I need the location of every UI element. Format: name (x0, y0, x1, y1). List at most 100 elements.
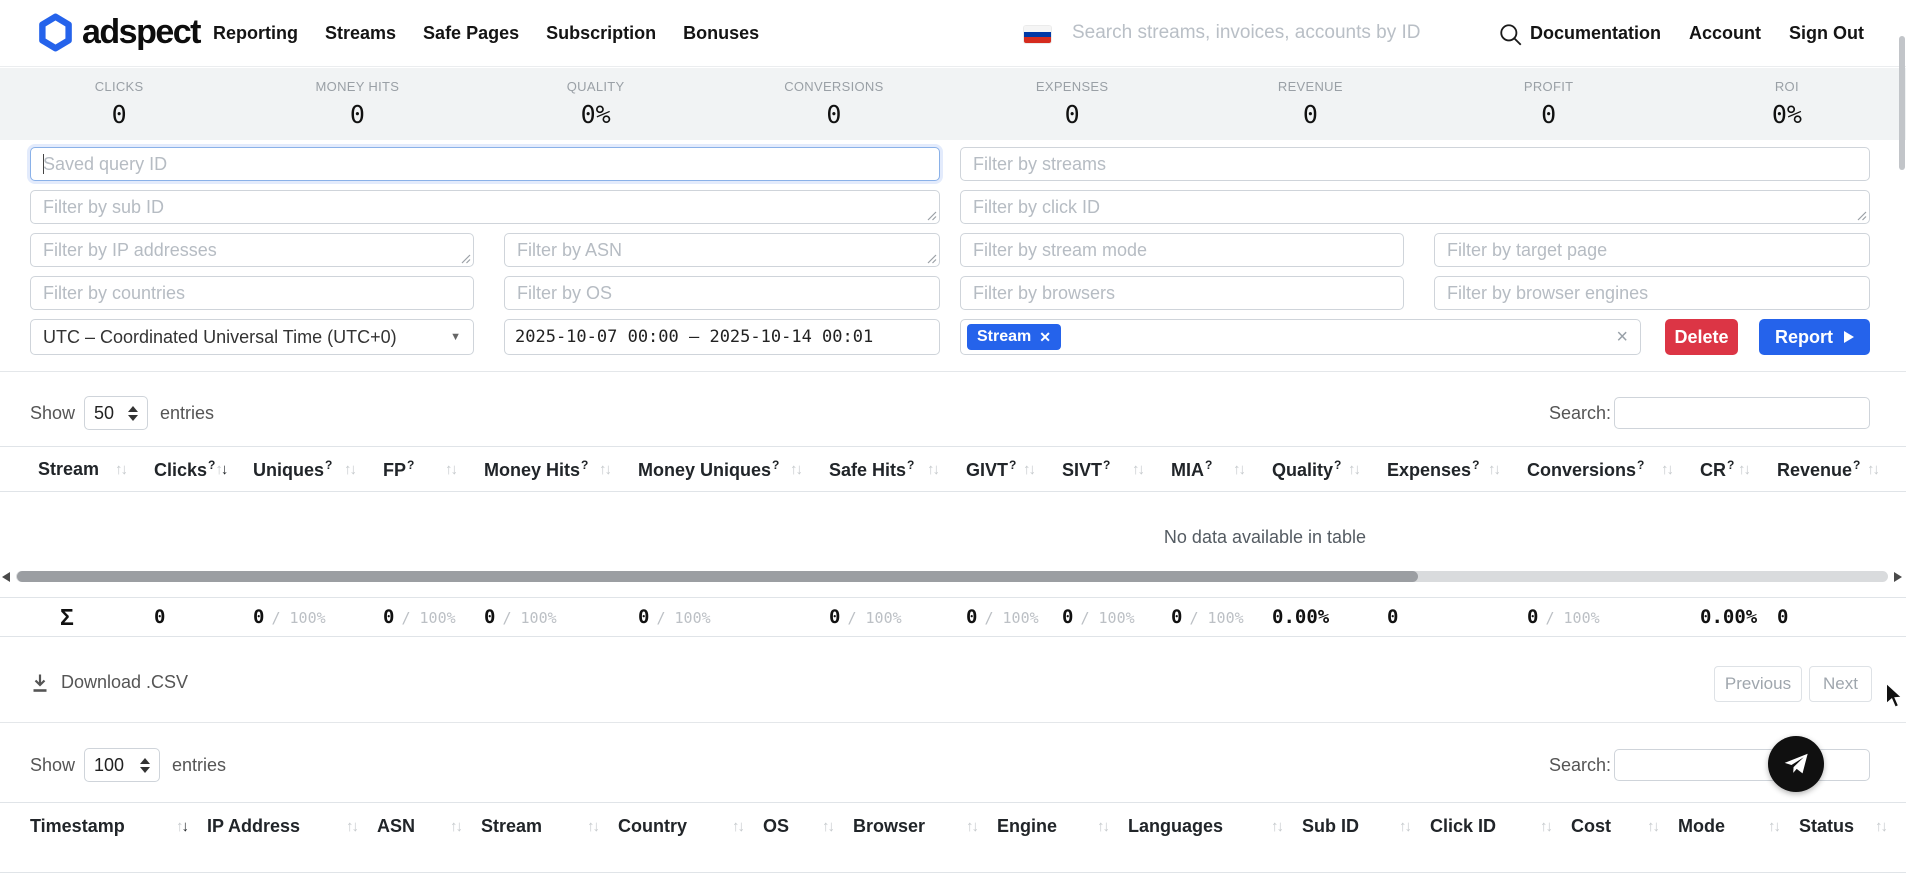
column-header-sivt[interactable]: SIVT?↑↓ (1054, 447, 1163, 491)
countries-filter-input[interactable] (30, 276, 474, 310)
column-header-status[interactable]: Status↑↓ (1799, 803, 1906, 849)
resize-handle-icon[interactable] (927, 211, 937, 221)
table-search-input-1[interactable] (1614, 397, 1870, 429)
column-header-cost[interactable]: Cost↑↓ (1571, 803, 1678, 849)
column-header-sub-id[interactable]: Sub ID↑↓ (1302, 803, 1430, 849)
table-search-input-2[interactable] (1614, 749, 1870, 781)
ip-filter-input[interactable] (30, 233, 474, 267)
top-link-documentation[interactable]: Documentation (1530, 23, 1661, 44)
column-header-mode[interactable]: Mode↑↓ (1678, 803, 1799, 849)
column-header-timestamp[interactable]: Timestamp↑↓ (30, 803, 207, 849)
nav-item-subscription[interactable]: Subscription (546, 23, 656, 44)
nav-item-safe-pages[interactable]: Safe Pages (423, 23, 519, 44)
vertical-scrollbar-thumb[interactable] (1899, 36, 1905, 170)
column-header-fp[interactable]: FP?↑↓ (375, 447, 476, 491)
saved-query-input[interactable] (30, 147, 940, 181)
page-size-select-1[interactable]: 50 (84, 396, 148, 430)
column-label: Safe Hits? (829, 458, 914, 481)
telegram-button[interactable] (1768, 736, 1824, 792)
column-header-stream[interactable]: Stream↑↓ (481, 803, 618, 849)
nav-item-reporting[interactable]: Reporting (213, 23, 298, 44)
column-header-mia[interactable]: MIA?↑↓ (1163, 447, 1264, 491)
column-label: OS (763, 816, 789, 837)
top-link-account[interactable]: Account (1689, 23, 1761, 44)
stream-tag[interactable]: Stream ✕ (967, 324, 1061, 350)
column-header-country[interactable]: Country↑↓ (618, 803, 763, 849)
column-header-os[interactable]: OS↑↓ (763, 803, 853, 849)
target-page-filter-field (1434, 233, 1870, 267)
clicks-table-header: Timestamp↑↓IP Address↑↓ASN↑↓Stream↑↓Coun… (0, 802, 1906, 873)
column-header-money-uniques[interactable]: Money Uniques?↑↓ (630, 447, 821, 491)
date-range-input[interactable] (504, 319, 940, 355)
sort-desc-icon: ↓ (828, 818, 836, 835)
sub-id-filter-input[interactable] (30, 190, 940, 224)
target-page-filter-input[interactable] (1434, 233, 1870, 267)
browsers-filter-input[interactable] (960, 276, 1404, 310)
column-header-money-hits[interactable]: Money Hits?↑↓ (476, 447, 630, 491)
summary-share: / 100% (271, 609, 325, 627)
column-header-clicks[interactable]: Clicks?↑↓ (146, 447, 245, 491)
stream-mode-filter-input[interactable] (960, 233, 1404, 267)
report-table-header: Stream↑↓Clicks?↑↓Uniques?↑↓FP?↑↓Money Hi… (0, 446, 1906, 492)
scroll-left-arrow[interactable] (2, 572, 10, 582)
column-header-languages[interactable]: Languages↑↓ (1128, 803, 1302, 849)
column-header-safe-hits[interactable]: Safe Hits?↑↓ (821, 447, 958, 491)
sort-icon: ↑↓ (1233, 461, 1246, 478)
chevron-down-icon: ▼ (450, 331, 461, 343)
streams-filter-input[interactable] (960, 147, 1870, 181)
browser-engines-filter-input[interactable] (1434, 276, 1870, 310)
column-header-revenue[interactable]: Revenue?↑↓ (1769, 447, 1898, 491)
search-icon[interactable] (1498, 22, 1524, 48)
column-header-quality[interactable]: Quality?↑↓ (1264, 447, 1379, 491)
os-filter-input[interactable] (504, 276, 940, 310)
resize-handle-icon[interactable] (1857, 211, 1867, 221)
column-header-click-id[interactable]: Click ID↑↓ (1430, 803, 1571, 849)
scroll-right-arrow[interactable] (1894, 572, 1902, 582)
column-header-conversions[interactable]: Conversions?↑↓ (1519, 447, 1692, 491)
tag-remove-icon[interactable]: ✕ (1039, 329, 1051, 346)
column-header-browser[interactable]: Browser↑↓ (853, 803, 997, 849)
column-header-givt[interactable]: GIVT?↑↓ (958, 447, 1054, 491)
column-header-ip-address[interactable]: IP Address↑↓ (207, 803, 377, 849)
column-label: Stream (481, 816, 542, 837)
column-label: Mode (1678, 816, 1725, 837)
previous-page-button[interactable]: Previous (1714, 666, 1802, 702)
timezone-select[interactable]: UTC – Coordinated Universal Time (UTC+0)… (30, 319, 474, 355)
stepper-icon (140, 758, 150, 773)
summary-share: / 100% (401, 609, 455, 627)
resize-handle-icon[interactable] (927, 254, 937, 264)
adspect-reporting-page: adspect Reporting Streams Safe Pages Subscr… (0, 0, 1906, 873)
column-header-cr[interactable]: CR?↑↓ (1692, 447, 1769, 491)
global-search-input[interactable] (1072, 17, 1442, 49)
adspect-logo[interactable]: adspect (38, 13, 200, 52)
nav-item-bonuses[interactable]: Bonuses (683, 23, 759, 44)
column-label: Expenses? (1387, 458, 1479, 481)
resize-handle-icon[interactable] (461, 254, 471, 264)
page-size-select-2[interactable]: 100 (84, 748, 160, 782)
language-flag-russia[interactable] (1024, 26, 1051, 43)
download-csv-link[interactable]: Download .CSV (30, 672, 188, 693)
column-header-uniques[interactable]: Uniques?↑↓ (245, 447, 375, 491)
sort-desc-icon: ↓ (1029, 461, 1037, 478)
column-label: Timestamp (30, 816, 125, 837)
column-header-stream[interactable]: Stream↑↓ (30, 447, 146, 491)
stat-revenue: REVENUE0 (1191, 68, 1429, 140)
clear-selection-icon[interactable]: × (1616, 327, 1628, 347)
scrollbar-thumb[interactable] (17, 571, 1418, 582)
click-id-filter-input[interactable] (960, 190, 1870, 224)
stat-roi: ROI0% (1668, 68, 1906, 140)
top-link-sign-out[interactable]: Sign Out (1789, 23, 1864, 44)
help-marker: ? (325, 458, 332, 472)
sort-desc-icon: ↓ (933, 461, 941, 478)
next-page-button[interactable]: Next (1809, 666, 1872, 702)
adspect-hexagon-icon (38, 13, 73, 52)
column-header-expenses[interactable]: Expenses?↑↓ (1379, 447, 1519, 491)
column-header-engine[interactable]: Engine↑↓ (997, 803, 1128, 849)
asn-filter-input[interactable] (504, 233, 940, 267)
delete-button[interactable]: Delete (1665, 319, 1738, 355)
report-button[interactable]: Report (1759, 319, 1870, 355)
column-header-asn[interactable]: ASN↑↓ (377, 803, 481, 849)
nav-item-streams[interactable]: Streams (325, 23, 396, 44)
dimension-tag-box[interactable]: Stream ✕ × (960, 319, 1641, 355)
column-label: CR? (1700, 458, 1734, 481)
